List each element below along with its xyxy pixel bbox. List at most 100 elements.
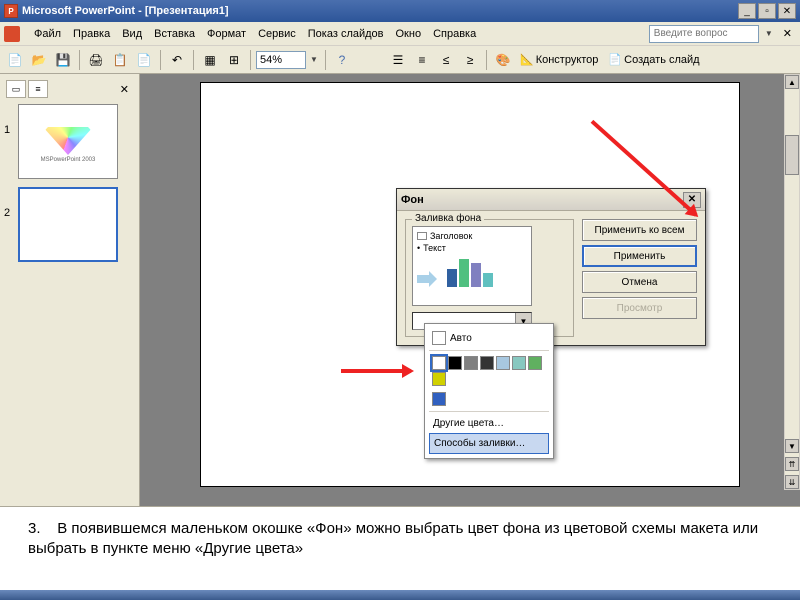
new-slide-button[interactable]: 📄Создать слайд <box>604 53 703 66</box>
copy-icon[interactable]: 📋 <box>109 49 131 71</box>
dialog-titlebar[interactable]: Фон ✕ <box>397 189 705 211</box>
menu-edit[interactable]: Правка <box>67 26 116 42</box>
help-icon[interactable]: ? <box>331 49 353 71</box>
slide-number: 2 <box>4 187 14 219</box>
designer-button[interactable]: 📐Конструктор <box>516 53 602 66</box>
zoom-dropdown[interactable]: ▼ <box>308 55 320 64</box>
open-icon[interactable]: 📂 <box>28 49 50 71</box>
editor-area: Фон ✕ Заливка фона Заголовок •Текст <box>140 74 800 506</box>
workspace: ▭ ≡ ✕ 1 MSPowerPoint 2003 2 Фон ✕ <box>0 74 800 506</box>
app-name: Microsoft PowerPoint <box>22 5 135 17</box>
thumbnails-tab[interactable]: ▭ <box>6 80 26 98</box>
instruction-footer: 3. В появившемся маленьком окошке «Фон» … <box>0 506 800 600</box>
fill-preview: Заголовок •Текст <box>412 226 532 306</box>
color-swatch[interactable] <box>528 356 542 370</box>
titlebar-text: Microsoft PowerPoint - [Презентация1] <box>22 5 738 17</box>
outdent-icon[interactable]: ≤ <box>435 49 457 71</box>
undo-icon[interactable]: ↶ <box>166 49 188 71</box>
separator <box>193 50 194 70</box>
color-swatch[interactable] <box>432 356 446 370</box>
bar-icon <box>447 269 457 287</box>
minimize-button[interactable]: _ <box>738 3 756 19</box>
step-number: 3. <box>28 520 41 537</box>
indent-icon[interactable]: ≥ <box>459 49 481 71</box>
bar-icon <box>471 263 481 287</box>
thumbnail-row[interactable]: 1 MSPowerPoint 2003 <box>4 104 135 179</box>
fill-legend: Заливка фона <box>412 213 484 224</box>
color-swatch[interactable] <box>512 356 526 370</box>
preview-button[interactable]: Просмотр <box>582 297 697 319</box>
scroll-thumb[interactable] <box>785 135 799 175</box>
apply-all-button[interactable]: Применить ко всем <box>582 219 697 241</box>
auto-color-row[interactable]: Авто <box>429 328 549 348</box>
numbering-icon[interactable]: ≡ <box>411 49 433 71</box>
titlebar: P Microsoft PowerPoint - [Презентация1] … <box>0 0 800 22</box>
cancel-button[interactable]: Отмена <box>582 271 697 293</box>
color-swatch[interactable] <box>496 356 510 370</box>
menu-file[interactable]: Файл <box>28 26 67 42</box>
preview-text: Текст <box>423 243 446 253</box>
fill-methods-item[interactable]: Способы заливки… <box>429 433 549 454</box>
help-input[interactable] <box>649 25 759 43</box>
menu-view[interactable]: Вид <box>116 26 148 42</box>
menu-tools[interactable]: Сервис <box>252 26 302 42</box>
zoom-input[interactable] <box>256 51 306 69</box>
restore-button[interactable]: ▫ <box>758 3 776 19</box>
bullets-icon[interactable]: ☰ <box>387 49 409 71</box>
slide-thumbnail-2[interactable] <box>18 187 118 262</box>
menu-slideshow[interactable]: Показ слайдов <box>302 26 390 42</box>
color-swatch[interactable] <box>464 356 478 370</box>
menu-format[interactable]: Формат <box>201 26 252 42</box>
arrow-shape-icon <box>417 271 437 287</box>
apply-button[interactable]: Применить <box>582 245 697 267</box>
close-button[interactable]: ✕ <box>778 3 796 19</box>
slide-canvas[interactable]: Фон ✕ Заливка фона Заголовок •Текст <box>200 82 740 487</box>
prev-slide-button[interactable]: ⇈ <box>785 457 799 471</box>
bar-icon <box>459 259 469 287</box>
new-icon[interactable]: 📄 <box>4 49 26 71</box>
color-icon[interactable]: 🎨 <box>492 49 514 71</box>
slide-thumbnail-1[interactable]: MSPowerPoint 2003 <box>18 104 118 179</box>
more-colors-item[interactable]: Другие цвета… <box>429 414 549 433</box>
menu-window[interactable]: Окно <box>390 26 428 42</box>
thumb-caption: MSPowerPoint 2003 <box>41 157 96 163</box>
slide-number: 1 <box>4 104 14 136</box>
table-icon[interactable]: ▦ <box>199 49 221 71</box>
next-slide-button[interactable]: ⇊ <box>785 475 799 489</box>
doc-name: [Презентация1] <box>145 5 229 17</box>
color-swatch[interactable] <box>480 356 494 370</box>
thumbnail-row[interactable]: 2 <box>4 187 135 262</box>
panel-close-icon[interactable]: ✕ <box>116 83 133 96</box>
preview-title-text: Заголовок <box>430 231 472 241</box>
color-popup: Авто Другие цвета… Способы заливки… <box>424 323 554 459</box>
vertical-scrollbar[interactable]: ▲ ▼ ⇈ ⇊ <box>784 74 800 490</box>
scroll-down-button[interactable]: ▼ <box>785 439 799 453</box>
instruction-text: 3. В появившемся маленьком окошке «Фон» … <box>28 519 772 558</box>
doc-icon <box>4 26 20 42</box>
separator <box>429 350 549 351</box>
bar-icon <box>483 273 493 287</box>
separator <box>325 50 326 70</box>
color-swatch[interactable] <box>432 372 446 386</box>
color-swatch[interactable] <box>432 392 446 406</box>
print-icon[interactable]: 🖨 <box>85 49 107 71</box>
help-dropdown[interactable]: ▼ <box>763 29 775 38</box>
fill-group: Заливка фона Заголовок •Текст <box>405 219 574 337</box>
outline-tab[interactable]: ≡ <box>28 80 48 98</box>
dialog-title: Фон <box>401 194 424 206</box>
thumbnail-panel: ▭ ≡ ✕ 1 MSPowerPoint 2003 2 <box>0 74 140 506</box>
auto-swatch <box>432 331 446 345</box>
grid-icon[interactable]: ⊞ <box>223 49 245 71</box>
toolbar: 📄 📂 💾 🖨 📋 📄 ↶ ▦ ⊞ ▼ ? ☰ ≡ ≤ ≥ 🎨 📐Констру… <box>0 46 800 74</box>
save-icon[interactable]: 💾 <box>52 49 74 71</box>
step-text: В появившемся маленьком окошке «Фон» мож… <box>28 520 758 557</box>
color-fan-icon <box>43 120 93 155</box>
doc-close-button[interactable]: ✕ <box>779 27 796 40</box>
color-swatch[interactable] <box>448 356 462 370</box>
separator <box>160 50 161 70</box>
paste-icon[interactable]: 📄 <box>133 49 155 71</box>
menu-insert[interactable]: Вставка <box>148 26 201 42</box>
auto-label: Авто <box>450 333 472 344</box>
menu-help[interactable]: Справка <box>427 26 482 42</box>
scroll-up-button[interactable]: ▲ <box>785 75 799 89</box>
